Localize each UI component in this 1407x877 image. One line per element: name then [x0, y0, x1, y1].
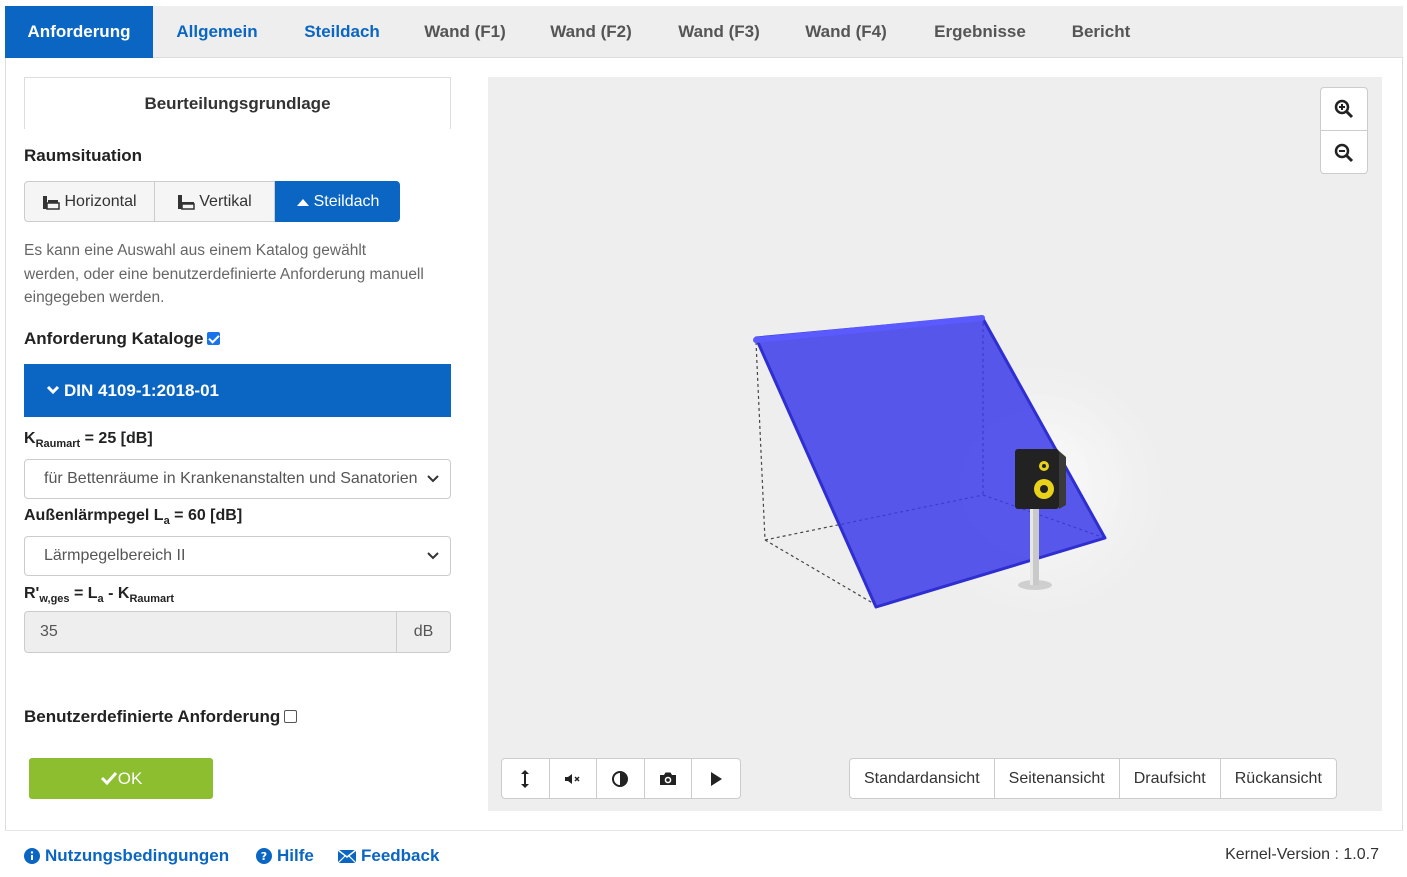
terms-link[interactable]: Nutzungsbedingungen [24, 846, 229, 866]
vertical-room-icon [178, 194, 196, 210]
raumart-select[interactable]: für Bettenräume in Krankenanstalten und … [24, 459, 451, 499]
zoom-in-icon [1334, 99, 1354, 119]
contrast-icon [612, 770, 629, 787]
roof-scene [753, 315, 1170, 619]
play-button[interactable] [692, 759, 740, 798]
rw-unit-addon: dB [397, 611, 451, 653]
aussenlaerm-formula: Außenlärmpegel La = 60 [dB] [24, 507, 243, 528]
caret-up-icon [296, 198, 309, 206]
vertical-arrows-icon [521, 769, 530, 788]
steildach-label: Steildach [313, 192, 380, 210]
play-icon [710, 771, 722, 786]
terms-label: Nutzungsbedingungen [45, 846, 230, 865]
rw-formula: R'w,ges = La - KRaumart [24, 585, 175, 606]
tab-wand-f2[interactable]: Wand (F2) [527, 6, 655, 58]
viewer-toolbar [501, 758, 741, 799]
help-label: Hilfe [277, 846, 314, 865]
vertikal-label: Vertikal [199, 192, 252, 210]
tab-ergebnisse[interactable]: Ergebnisse [909, 6, 1051, 58]
rw-input-group: 35 dB [24, 611, 451, 653]
view-standard-button[interactable]: Standardansicht [850, 759, 995, 798]
kernel-version-value: 1.0.7 [1343, 846, 1379, 863]
horizontal-label: Horizontal [64, 192, 137, 210]
footer: Nutzungsbedingungen ? Hilfe Feedback Ker… [5, 830, 1403, 871]
horizontal-button[interactable]: Horizontal [24, 181, 155, 222]
tab-wand-f1[interactable]: Wand (F1) [403, 6, 527, 58]
info-circle-icon [24, 848, 40, 864]
kataloge-label: Anforderung Kataloge [24, 329, 204, 348]
help-link[interactable]: ? Hilfe [256, 846, 314, 866]
view-back-button[interactable]: Rückansicht [1221, 759, 1336, 798]
ok-button[interactable]: OK [29, 758, 213, 799]
kernel-version: Kernel-Version : 1.0.7 [1225, 846, 1379, 864]
steildach-button[interactable]: Steildach [275, 181, 400, 222]
anforderung-kataloge-row: Anforderung Kataloge [24, 329, 221, 349]
custom-requirement-label: Benutzerdefinierte Anforderung [24, 707, 281, 726]
laermpegel-select[interactable]: Lärmpegelbereich II [24, 536, 451, 576]
main-tabs: Anforderung Allgemein Steildach Wand (F1… [5, 6, 1403, 58]
mute-button[interactable] [550, 759, 597, 798]
raumsituation-heading: Raumsituation [24, 146, 143, 165]
mute-icon [564, 773, 580, 784]
view-side-button[interactable]: Seitenansicht [995, 759, 1120, 798]
subtab-beurteilungsgrundlage[interactable]: Beurteilungsgrundlage [24, 77, 451, 129]
rw-value-field: 35 [24, 611, 397, 653]
question-circle-icon: ? [256, 848, 272, 864]
check-icon [100, 771, 117, 786]
feedback-link[interactable]: Feedback [338, 846, 439, 866]
custom-requirement-row: Benutzerdefinierte Anforderung [24, 707, 298, 727]
kataloge-checkbox[interactable] [207, 332, 221, 345]
tab-anforderung[interactable]: Anforderung [5, 6, 153, 58]
custom-requirement-checkbox[interactable] [284, 710, 298, 723]
zoom-out-icon [1334, 143, 1354, 162]
laermpegel-select-value: Lärmpegelbereich II [44, 547, 186, 564]
raumsituation-button-group: Horizontal Vertikal Steildach [24, 181, 400, 222]
view-top-button[interactable]: Draufsicht [1120, 759, 1221, 798]
view-presets: Standardansicht Seitenansicht Draufsicht… [849, 758, 1337, 799]
vertical-scale-button[interactable] [502, 759, 550, 798]
chevron-down-icon [46, 385, 60, 395]
tab-steildach[interactable]: Steildach [281, 6, 403, 58]
vertikal-button[interactable]: Vertikal [155, 181, 275, 222]
horizontal-room-icon [43, 195, 61, 210]
svg-text:?: ? [261, 850, 267, 863]
ok-label: OK [117, 769, 143, 788]
k-raumart-formula: KRaumart = 25 [dB] [24, 430, 153, 451]
kernel-version-label: Kernel-Version : [1225, 846, 1339, 863]
envelope-icon [338, 849, 356, 863]
camera-icon [659, 772, 676, 785]
contrast-button[interactable] [597, 759, 645, 798]
feedback-label: Feedback [361, 846, 440, 865]
zoom-in-button[interactable] [1321, 88, 1367, 131]
catalog-label: DIN 4109-1:2018-01 [64, 381, 219, 400]
tab-wand-f4[interactable]: Wand (F4) [783, 6, 909, 58]
3d-viewer[interactable] [488, 77, 1382, 811]
help-text: Es kann eine Auswahl aus einem Katalog g… [24, 242, 424, 306]
zoom-controls [1320, 87, 1368, 174]
catalog-accordion[interactable]: DIN 4109-1:2018-01 [24, 364, 451, 417]
raumart-select-value: für Bettenräume in Krankenanstalten und … [44, 470, 418, 487]
zoom-out-button[interactable] [1321, 131, 1367, 174]
chevron-down-icon [422, 537, 444, 575]
tab-allgemein[interactable]: Allgemein [153, 6, 281, 58]
chevron-down-icon [422, 460, 444, 498]
tab-wand-f3[interactable]: Wand (F3) [655, 6, 783, 58]
screenshot-button[interactable] [645, 759, 692, 798]
tab-bericht[interactable]: Bericht [1051, 6, 1151, 58]
